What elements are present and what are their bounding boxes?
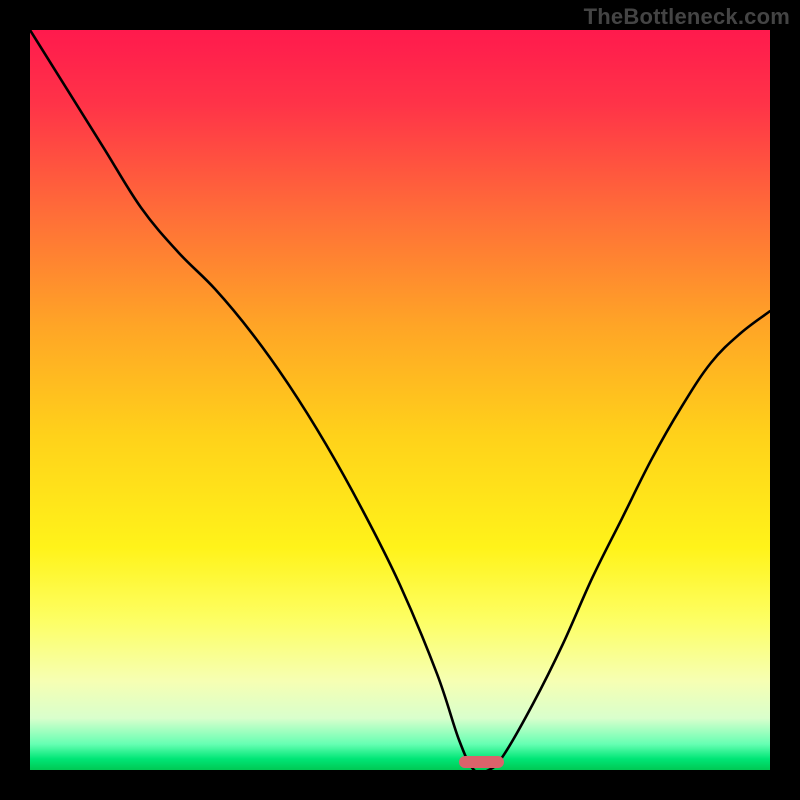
minimum-marker xyxy=(459,756,503,768)
curve-path xyxy=(30,30,770,770)
bottleneck-curve xyxy=(30,30,770,770)
plot-area xyxy=(30,30,770,770)
chart-frame: TheBottleneck.com xyxy=(0,0,800,800)
watermark-text: TheBottleneck.com xyxy=(584,4,790,30)
